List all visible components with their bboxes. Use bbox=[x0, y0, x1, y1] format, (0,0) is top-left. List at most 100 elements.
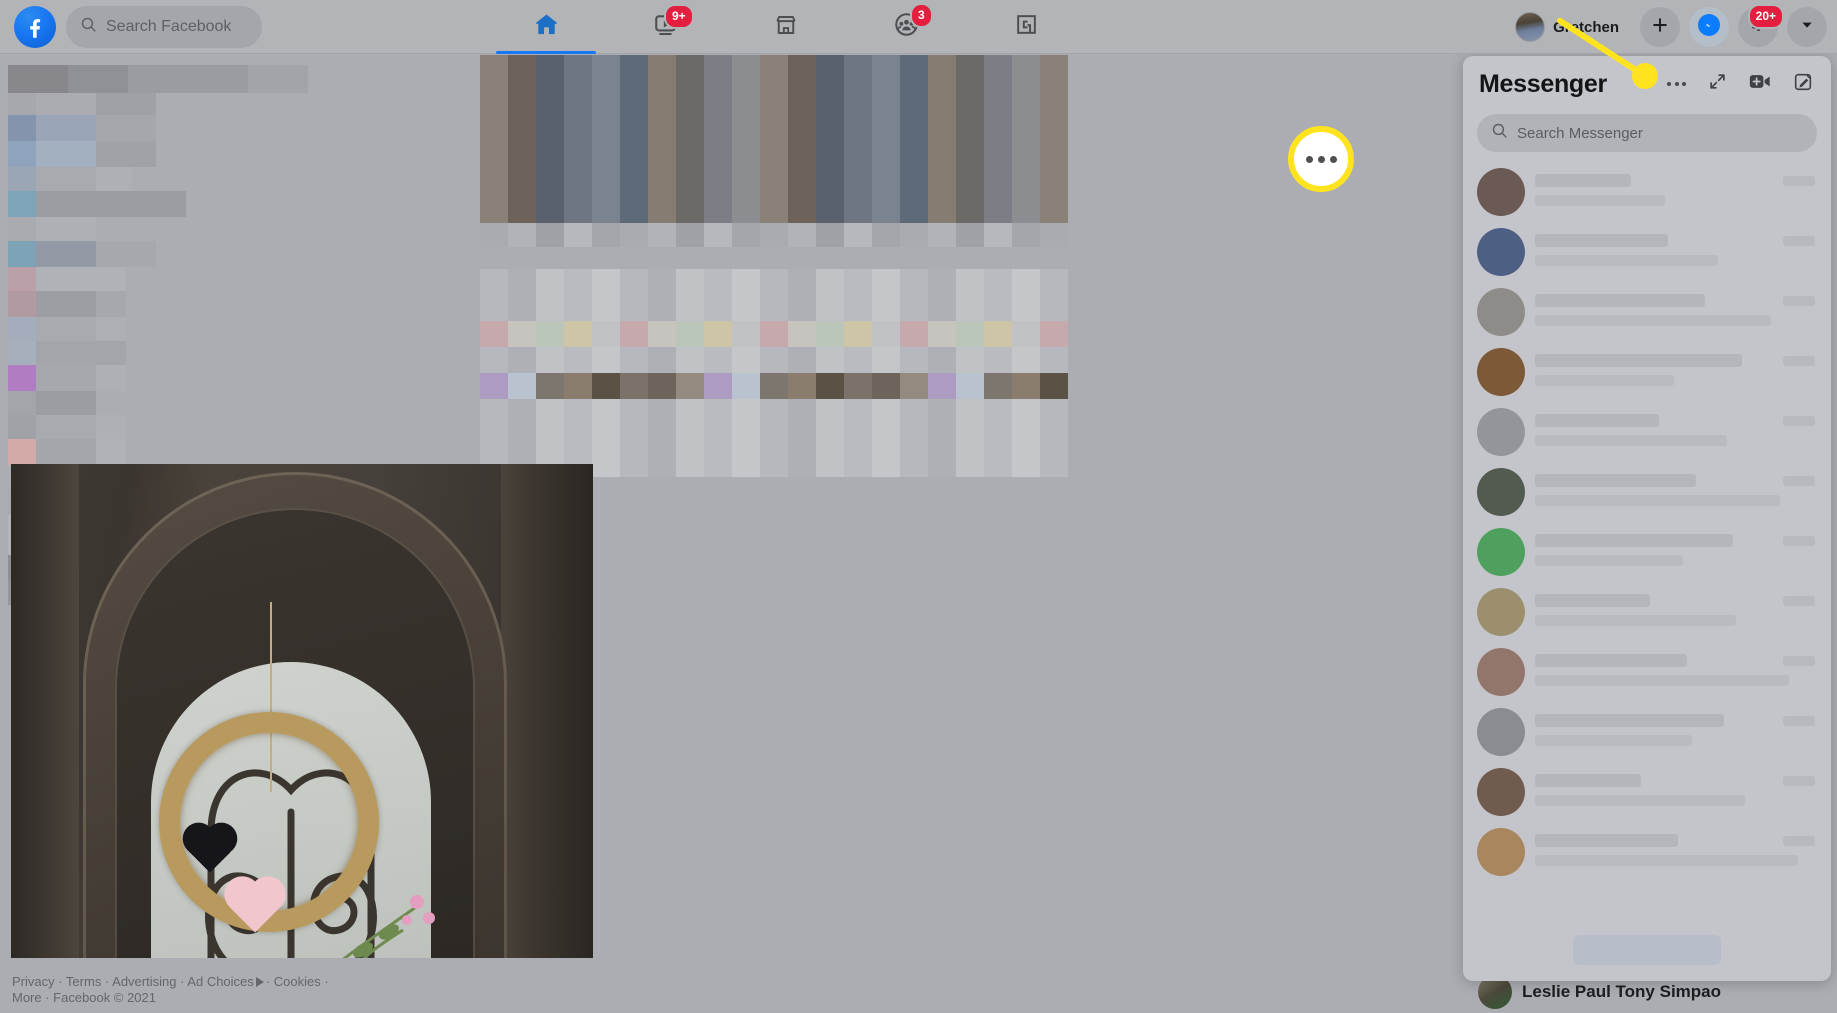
conversation-name-redacted bbox=[1535, 474, 1696, 487]
redacted-block bbox=[564, 151, 592, 175]
redacted-row bbox=[8, 141, 472, 167]
conversation-list-item[interactable] bbox=[1471, 642, 1823, 702]
redacted-block bbox=[760, 223, 788, 247]
redacted-block bbox=[36, 167, 96, 191]
redacted-block bbox=[480, 55, 508, 79]
messenger-video-room-button[interactable] bbox=[1749, 72, 1771, 96]
redacted-block bbox=[620, 321, 648, 347]
conversation-list-item[interactable] bbox=[1471, 162, 1823, 222]
redacted-block bbox=[1040, 151, 1068, 175]
messenger-header-actions bbox=[1613, 72, 1817, 97]
contact-name: Leslie Paul Tony Simpao bbox=[1522, 982, 1722, 1001]
redacted-block bbox=[36, 391, 96, 415]
redacted-block bbox=[872, 199, 900, 223]
conversation-list-item[interactable] bbox=[1471, 462, 1823, 522]
redacted-block bbox=[36, 365, 96, 391]
redacted-block bbox=[96, 141, 156, 167]
redacted-block bbox=[900, 295, 928, 321]
see-all-in-messenger-button[interactable] bbox=[1573, 935, 1721, 965]
redacted-block bbox=[96, 365, 126, 391]
conversation-list-item[interactable] bbox=[1471, 582, 1823, 642]
avatar bbox=[1477, 288, 1525, 336]
redacted-block bbox=[984, 347, 1012, 373]
redacted-block bbox=[8, 115, 36, 141]
conversation-list-item[interactable] bbox=[1471, 402, 1823, 462]
redacted-block bbox=[676, 295, 704, 321]
conversation-timestamp-redacted bbox=[1783, 716, 1815, 726]
redacted-block bbox=[788, 347, 816, 373]
home-icon bbox=[533, 11, 560, 43]
redacted-block bbox=[620, 269, 648, 295]
redacted-block bbox=[248, 65, 308, 93]
notifications-button[interactable]: 20+ bbox=[1738, 4, 1784, 47]
conversation-list-item[interactable] bbox=[1471, 822, 1823, 882]
redacted-block bbox=[872, 175, 900, 199]
redacted-block bbox=[1012, 199, 1040, 223]
conversation-name-redacted bbox=[1535, 594, 1650, 607]
redacted-block bbox=[536, 269, 564, 295]
redacted-block bbox=[508, 79, 536, 103]
redacted-block bbox=[1040, 347, 1068, 373]
redacted-block bbox=[1040, 295, 1068, 321]
redacted-block bbox=[788, 373, 816, 399]
redacted-block bbox=[788, 321, 816, 347]
redacted-block bbox=[8, 291, 36, 317]
feed-post-photo[interactable] bbox=[11, 464, 593, 958]
redacted-block bbox=[900, 79, 928, 103]
redacted-block bbox=[844, 425, 872, 451]
redacted-block bbox=[788, 199, 816, 223]
nav-tab-marketplace[interactable]: Marketplace bbox=[726, 0, 846, 54]
facebook-logo-icon[interactable] bbox=[14, 5, 56, 48]
create-button[interactable] bbox=[1640, 7, 1680, 47]
conversation-list-item[interactable] bbox=[1471, 522, 1823, 582]
redacted-block bbox=[564, 399, 592, 425]
redacted-block bbox=[760, 199, 788, 223]
redacted-block bbox=[928, 295, 956, 321]
redacted-block bbox=[928, 373, 956, 399]
nav-tab-groups[interactable]: 3 Groups bbox=[846, 0, 966, 54]
redacted-row bbox=[8, 391, 472, 415]
redacted-block bbox=[760, 151, 788, 175]
redacted-row bbox=[480, 79, 1080, 103]
redacted-block bbox=[928, 399, 956, 425]
messenger-search-input[interactable]: Search Messenger bbox=[1477, 114, 1817, 152]
conversation-list-item[interactable] bbox=[1471, 222, 1823, 282]
redacted-block bbox=[620, 295, 648, 321]
profile-button[interactable]: Gretchen bbox=[1511, 8, 1631, 46]
redacted-block bbox=[872, 321, 900, 347]
redacted-block bbox=[1040, 321, 1068, 347]
conversation-snippet-redacted bbox=[1535, 615, 1736, 626]
redacted-block bbox=[480, 373, 508, 399]
redacted-block bbox=[36, 217, 96, 241]
footer-links-line1[interactable]: Privacy · Terms · Advertising · Ad Choic… bbox=[12, 974, 254, 989]
messenger-compose-button[interactable] bbox=[1793, 72, 1813, 97]
redacted-block bbox=[480, 175, 508, 199]
conversation-list-item[interactable] bbox=[1471, 762, 1823, 822]
conversation-list-item[interactable] bbox=[1471, 342, 1823, 402]
search-input[interactable]: Search Facebook bbox=[66, 5, 262, 48]
conversation-list-item[interactable] bbox=[1471, 702, 1823, 762]
messenger-options-button[interactable] bbox=[1667, 82, 1686, 86]
redacted-block bbox=[844, 347, 872, 373]
redacted-block bbox=[928, 55, 956, 79]
redacted-block bbox=[704, 399, 732, 425]
conversation-name-redacted bbox=[1535, 714, 1724, 727]
redacted-block bbox=[1040, 399, 1068, 425]
redacted-block bbox=[648, 399, 676, 425]
messenger-expand-button[interactable] bbox=[1708, 72, 1727, 96]
plus-icon bbox=[1650, 15, 1670, 40]
account-menu-button[interactable] bbox=[1787, 7, 1827, 47]
conversation-snippet-redacted bbox=[1535, 315, 1771, 326]
nav-tab-gaming[interactable]: Gaming bbox=[966, 0, 1086, 54]
redacted-block bbox=[1012, 451, 1040, 477]
nav-tab-home[interactable]: Home bbox=[486, 0, 606, 54]
redacted-block bbox=[8, 167, 36, 191]
redacted-block bbox=[1040, 451, 1068, 477]
redacted-row bbox=[8, 93, 472, 115]
redacted-block bbox=[536, 425, 564, 451]
redacted-block bbox=[480, 295, 508, 321]
redacted-block bbox=[872, 151, 900, 175]
messenger-button[interactable] bbox=[1689, 7, 1729, 47]
nav-tab-watch[interactable]: 9+ Watch bbox=[606, 0, 726, 54]
conversation-list-item[interactable] bbox=[1471, 282, 1823, 342]
